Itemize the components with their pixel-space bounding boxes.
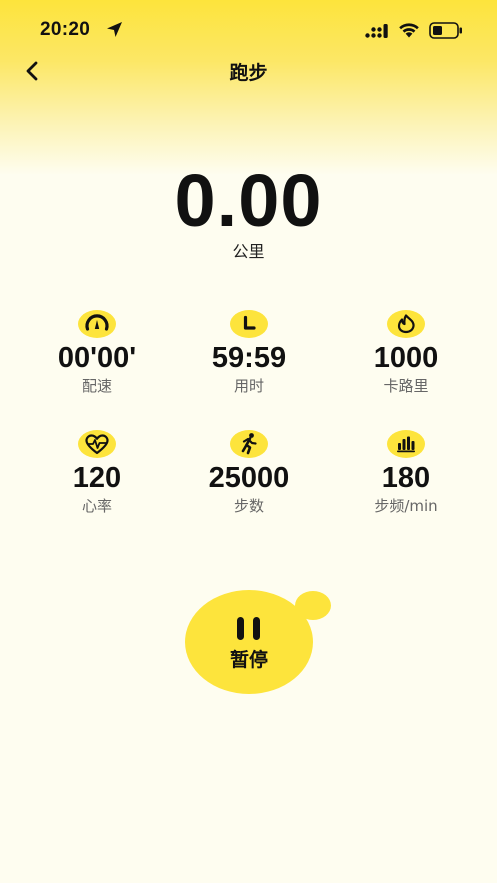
runner-icon (230, 430, 268, 458)
heart-pulse-icon (78, 430, 116, 458)
page-title: 跑步 (229, 62, 268, 84)
pause-icon (237, 617, 260, 640)
pause-control: 暂停 (185, 590, 335, 700)
steps-label: 步数 (233, 497, 264, 515)
signal-icon (365, 24, 388, 38)
pace-label: 配速 (81, 377, 112, 395)
status-bar: 20:20 (0, 0, 497, 52)
stat-calories: 1000 卡路里 (326, 310, 486, 397)
cadence-value: 180 (381, 462, 431, 494)
heart-rate-value: 120 (72, 462, 122, 494)
flame-icon (387, 310, 425, 338)
steps-value: 25000 (208, 462, 290, 494)
location-arrow-icon (107, 22, 122, 37)
duration-label: 用时 (233, 377, 264, 395)
duration-value: 59:59 (211, 342, 287, 374)
wifi-icon (399, 23, 419, 38)
stat-pace: 00'00' 配速 (17, 310, 177, 397)
pause-label: 暂停 (229, 649, 268, 671)
status-time: 20:20 (40, 19, 91, 40)
heart-rate-label: 心率 (81, 497, 112, 515)
distance-unit: 公里 (232, 242, 265, 261)
calories-label: 卡路里 (383, 377, 429, 395)
cadence-label: 步频/min (374, 497, 438, 515)
battery-icon (429, 22, 462, 39)
pause-button[interactable]: 暂停 (185, 590, 313, 694)
navigation-bar: 跑步 (0, 52, 497, 92)
speedometer-icon (78, 310, 116, 338)
stat-steps: 25000 步数 (169, 430, 329, 517)
bar-chart-icon (387, 430, 425, 458)
calories-value: 1000 (373, 342, 439, 374)
stat-cadence: 180 步频/min (326, 430, 486, 517)
stat-heart-rate: 120 心率 (17, 430, 177, 517)
pace-value: 00'00' (57, 342, 137, 374)
clock-icon (230, 310, 268, 338)
distance-value: 0.00 (174, 159, 323, 242)
stat-duration: 59:59 用时 (169, 310, 329, 397)
